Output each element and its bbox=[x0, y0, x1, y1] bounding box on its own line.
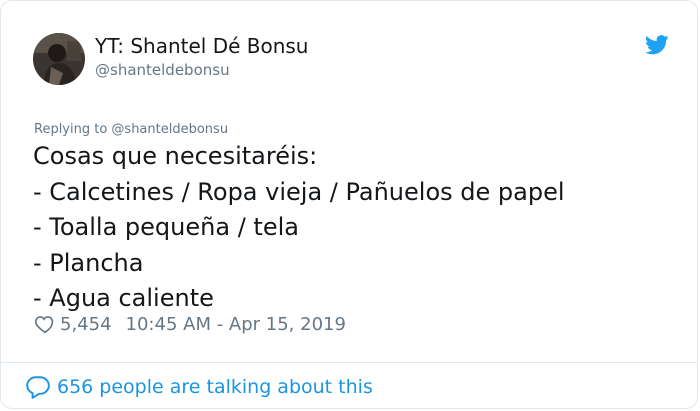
divider bbox=[1, 362, 697, 363]
tweet-text: Cosas que necesitaréis: - Calcetines / R… bbox=[33, 139, 673, 317]
replying-to-label[interactable]: Replying to @shanteldebonsu bbox=[34, 122, 228, 138]
tweet-timestamp[interactable]: 10:45 AM - Apr 15, 2019 bbox=[126, 314, 346, 335]
like-count[interactable]: 5,454 bbox=[60, 314, 112, 335]
tweet-text-line: - Plancha bbox=[33, 248, 144, 277]
avatar[interactable] bbox=[33, 33, 85, 85]
conversation-link[interactable]: 656 people are talking about this bbox=[25, 374, 373, 400]
tweet-text-line: - Calcetines / Ropa vieja / Pañuelos de … bbox=[33, 177, 565, 206]
author-display-name[interactable]: YT: Shantel Dé Bonsu bbox=[95, 34, 309, 58]
twitter-bird-icon[interactable] bbox=[645, 35, 669, 55]
speech-bubble-icon bbox=[25, 374, 51, 400]
tweet-card: YT: Shantel Dé Bonsu @shanteldebonsu Rep… bbox=[0, 0, 698, 409]
author-handle[interactable]: @shanteldebonsu bbox=[95, 61, 230, 79]
tweet-header: YT: Shantel Dé Bonsu @shanteldebonsu bbox=[31, 31, 671, 91]
tweet-meta: 5,454 10:45 AM - Apr 15, 2019 bbox=[34, 312, 346, 336]
tweet-text-line: Cosas que necesitaréis: bbox=[33, 142, 318, 170]
conversation-label[interactable]: 656 people are talking about this bbox=[57, 376, 373, 398]
tweet-text-line: - Toalla pequeña / tela bbox=[33, 213, 299, 241]
heart-icon[interactable] bbox=[34, 313, 56, 335]
